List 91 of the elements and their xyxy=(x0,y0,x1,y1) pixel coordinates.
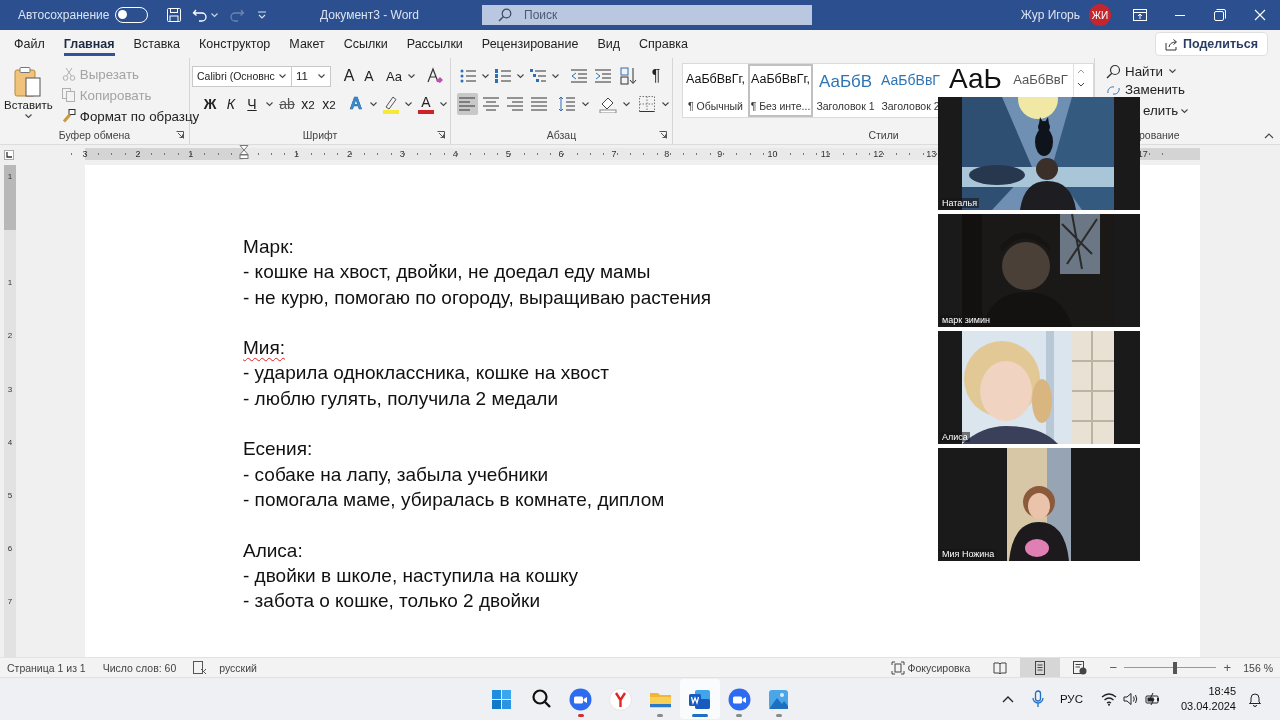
ribbon-tab[interactable]: Рецензирование xyxy=(481,32,579,56)
ribbon-tab[interactable]: Вид xyxy=(597,32,620,56)
ruler-number: 6 xyxy=(7,544,13,554)
style-gallery-item[interactable]: АаЬ xyxy=(943,64,1008,94)
ribbon-tab[interactable]: Файл xyxy=(14,32,45,56)
ruler-number: 13 xyxy=(925,148,938,160)
participant-name: Мия Ножина xyxy=(940,549,997,559)
word-count: Число слов: 60 xyxy=(102,661,177,674)
ruler-number: 4 xyxy=(7,437,13,448)
ruler-number: 10 xyxy=(766,148,779,160)
zoom-percent[interactable]: 156 % xyxy=(1243,661,1273,674)
focus-button[interactable]: Фокусировка xyxy=(890,660,971,675)
ribbon-tab[interactable]: Рассылки xyxy=(406,32,463,56)
ruler-number: 5 xyxy=(504,148,512,160)
document-line: Марк: xyxy=(243,235,294,259)
ruler-number: 7 xyxy=(7,597,13,608)
style-gallery-item[interactable]: АаБбВвГг, ¶ Обычный xyxy=(683,64,748,117)
ruler-number: 4 xyxy=(451,148,459,160)
ruler-number: 7 xyxy=(610,148,618,160)
select-button[interactable]: елить xyxy=(1143,100,1179,121)
input-language[interactable]: РУС xyxy=(1059,693,1083,705)
style-gallery-item[interactable]: АаБбВ Заголовок 1 xyxy=(813,64,878,117)
paste-button[interactable]: Вставить xyxy=(4,64,53,126)
autosave-label: Автосохранение xyxy=(18,8,110,22)
ruler-number: 2 xyxy=(134,148,142,160)
document-line: - собаке на лапу, забыла учебники xyxy=(243,462,549,487)
font-size-field[interactable]: 11 xyxy=(291,65,331,87)
group-label: Стили xyxy=(868,129,899,141)
search-field[interactable]: Поиск xyxy=(482,5,812,25)
ruler-number: 2 xyxy=(7,331,13,342)
ruler-number: 9 xyxy=(716,148,724,160)
page-count: Страница 1 из 1 xyxy=(7,661,86,674)
document-line: - забота о кошке, только 2 двойки xyxy=(243,589,540,614)
style-gallery-item[interactable]: АаБбВвГг, ¶ Без инте... xyxy=(748,64,813,117)
user-name: Жур Игорь xyxy=(1020,8,1080,22)
share-button[interactable]: Поделиться xyxy=(1154,32,1268,56)
group-label: Буфер обмена xyxy=(58,129,131,141)
participant-name: Наталья xyxy=(940,198,980,208)
font-name-field[interactable]: Calibri (Основнс xyxy=(192,65,292,87)
group-label: рование xyxy=(1139,129,1180,141)
ruler-number: 3 xyxy=(398,148,406,160)
ruler-number: 1 xyxy=(7,172,13,182)
document-line: - помогала маме, убиралась в комнате, диплом xyxy=(243,487,665,512)
ruler-number: 3 xyxy=(7,384,13,395)
user-avatar[interactable]: ЖИ xyxy=(1089,4,1111,26)
underline-button[interactable]: Ч xyxy=(242,93,262,115)
clock-time[interactable]: 18:45 xyxy=(1208,684,1236,699)
participant-name: Алиса xyxy=(940,432,970,442)
shrink-font-button[interactable]: A xyxy=(359,65,379,87)
ruler-number: 5 xyxy=(7,490,13,501)
document-line: - не курю, помогаю по огороду, выращиваю растения xyxy=(243,285,712,310)
italic-button[interactable]: К xyxy=(221,93,241,115)
clock-date[interactable]: 03.04.2024 xyxy=(1180,699,1236,714)
group-label: Абзац xyxy=(546,129,577,141)
window-title: Документ3 - Word xyxy=(320,8,421,22)
ribbon-tab[interactable]: Конструктор xyxy=(199,32,271,56)
document-line: - кошке на хвост, двойки, не доедал еду мамы xyxy=(243,260,651,285)
document-line: - двойки в школе, наступила на кошку xyxy=(243,563,578,588)
ribbon-tab[interactable]: Макет xyxy=(289,32,325,56)
bold-button[interactable]: Ж xyxy=(200,93,220,115)
language-indicator[interactable]: русский xyxy=(219,661,257,674)
style-gallery-item[interactable]: АаБбВвГ xyxy=(1008,64,1073,94)
show-formatting-button[interactable]: ¶ xyxy=(646,65,666,87)
ruler-number: 3 xyxy=(81,148,89,160)
document-line: Мия: xyxy=(243,336,285,361)
document-line: - люблю гулять, получила 2 медали xyxy=(243,386,558,411)
change-case-button[interactable]: Aa xyxy=(383,65,405,87)
group-label: Шрифт xyxy=(302,129,338,141)
document-line: Есения: xyxy=(243,437,313,462)
ruler-number: 12 xyxy=(872,148,885,160)
ruler-number: 2 xyxy=(345,148,353,160)
ruler-number: 1 xyxy=(7,278,13,289)
ruler-number: 1 xyxy=(187,148,195,160)
ribbon-tab[interactable]: Вставка xyxy=(133,32,181,56)
document-line: Алиса: xyxy=(243,538,303,563)
grow-font-button[interactable]: A xyxy=(339,65,359,87)
font-color-button[interactable]: A xyxy=(416,93,436,115)
replace-button[interactable]: Заменить xyxy=(1103,81,1188,98)
format-painter-button[interactable]: Формат по образцу xyxy=(58,106,203,126)
strikethrough-button[interactable]: ab xyxy=(277,93,297,115)
participant-name: марк зимин xyxy=(940,315,992,325)
ruler-number: 8 xyxy=(663,148,671,160)
document-line: - ударила одноклассника, кошке на хвост xyxy=(243,361,609,386)
find-button[interactable]: Найти xyxy=(1103,60,1167,82)
ribbon-tab[interactable]: Справка xyxy=(639,32,689,56)
ruler-number: 1 xyxy=(293,148,301,160)
ruler-number: 6 xyxy=(557,148,565,160)
ruler-number: 11 xyxy=(819,148,832,160)
ribbon-tab[interactable]: Ссылки xyxy=(343,32,388,56)
zoom-in-button[interactable]: + xyxy=(1220,660,1235,675)
zoom-out-button[interactable]: − xyxy=(1106,660,1121,675)
